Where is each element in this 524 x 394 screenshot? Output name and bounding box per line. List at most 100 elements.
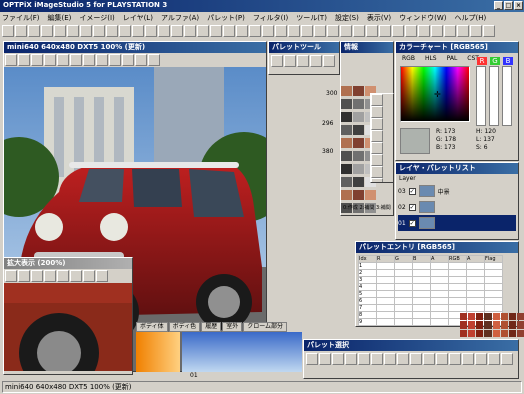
swatch-10[interactable] xyxy=(353,125,364,135)
toolbar-button-37[interactable] xyxy=(483,25,495,37)
layer-checkbox[interactable]: ✓ xyxy=(408,203,416,211)
doc-tool-button-7[interactable] xyxy=(96,54,108,66)
maximize-button[interactable]: □ xyxy=(504,1,513,10)
color-tab-0[interactable]: RGB xyxy=(402,55,415,62)
mag-tool-button-0[interactable] xyxy=(5,270,17,282)
palette-tool-button-1[interactable] xyxy=(284,55,296,67)
palette-color-7[interactable] xyxy=(516,313,524,321)
swatch-24[interactable] xyxy=(341,190,352,200)
tool-7[interactable] xyxy=(371,178,383,182)
doc-tool-button-2[interactable] xyxy=(31,54,43,66)
doc-tool-button-8[interactable] xyxy=(109,54,121,66)
palette-color-14[interactable] xyxy=(508,321,516,329)
menu-item-5[interactable]: パレット(P) xyxy=(207,14,245,22)
toolbar-button-9[interactable] xyxy=(119,25,131,37)
palette-select-button-15[interactable] xyxy=(501,353,513,365)
mag-tool-button-2[interactable] xyxy=(31,270,43,282)
swatch-9[interactable] xyxy=(341,125,352,135)
layer-row[interactable]: 02 ✓ xyxy=(398,199,516,215)
tool-2[interactable] xyxy=(371,118,383,130)
swatch-16[interactable] xyxy=(353,151,364,161)
palette-color-22[interactable] xyxy=(508,329,516,337)
menu-item-11[interactable]: ヘルプ(H) xyxy=(455,14,487,22)
mag-tool-button-4[interactable] xyxy=(57,270,69,282)
palette-color-4[interactable] xyxy=(492,313,500,321)
toolbar-button-18[interactable] xyxy=(236,25,248,37)
palette-select-button-1[interactable] xyxy=(319,353,331,365)
toolbar-button-10[interactable] xyxy=(132,25,144,37)
palette-select-button-6[interactable] xyxy=(384,353,396,365)
toolbar-button-19[interactable] xyxy=(249,25,261,37)
palette-select-button-5[interactable] xyxy=(371,353,383,365)
table-row[interactable]: 4 xyxy=(358,283,503,291)
bottom-tab-3[interactable]: 室外 xyxy=(222,322,243,332)
table-row[interactable]: 3 xyxy=(358,276,503,284)
doc-tool-button-1[interactable] xyxy=(18,54,30,66)
color-tab-2[interactable]: PAL xyxy=(447,55,458,62)
palette-color-10[interactable] xyxy=(476,321,484,329)
swatch-4[interactable] xyxy=(353,99,364,109)
mag-tool-button-6[interactable] xyxy=(83,270,95,282)
toolbar-button-4[interactable] xyxy=(54,25,66,37)
swatch-0[interactable] xyxy=(341,86,352,96)
toolbar-button-34[interactable] xyxy=(444,25,456,37)
toolbar-button-14[interactable] xyxy=(184,25,196,37)
layer-tab[interactable]: Layer xyxy=(396,174,518,183)
toolbar-button-36[interactable] xyxy=(470,25,482,37)
doc-tool-button-11[interactable] xyxy=(148,54,160,66)
toolbar-button-15[interactable] xyxy=(197,25,209,37)
swatch-7[interactable] xyxy=(353,112,364,122)
tool-5[interactable] xyxy=(371,154,383,166)
swatch-3[interactable] xyxy=(341,99,352,109)
tool-3[interactable] xyxy=(371,130,383,142)
toolbar-button-24[interactable] xyxy=(314,25,326,37)
swatch-22[interactable] xyxy=(353,177,364,187)
swatch-21[interactable] xyxy=(341,177,352,187)
palette-color-21[interactable] xyxy=(500,329,508,337)
swatch-19[interactable] xyxy=(353,164,364,174)
palette-select-button-2[interactable] xyxy=(332,353,344,365)
menu-item-7[interactable]: ツール(T) xyxy=(296,14,327,22)
swatch-26[interactable] xyxy=(365,190,376,200)
minimize-button[interactable]: _ xyxy=(494,1,503,10)
palette-tool-button-2[interactable] xyxy=(297,55,309,67)
slider-R[interactable]: R xyxy=(476,57,487,126)
doc-tool-button-10[interactable] xyxy=(135,54,147,66)
tool-0[interactable] xyxy=(371,94,383,106)
palette-color-13[interactable] xyxy=(500,321,508,329)
menu-item-9[interactable]: 表示(V) xyxy=(367,14,391,22)
palette-color-8[interactable] xyxy=(460,321,468,329)
palette-color-18[interactable] xyxy=(476,329,484,337)
color-tab-1[interactable]: HLS xyxy=(425,55,437,62)
toolbar-button-30[interactable] xyxy=(392,25,404,37)
toolbar-button-12[interactable] xyxy=(158,25,170,37)
table-row[interactable]: 1 xyxy=(358,262,503,270)
palette-tool-button-3[interactable] xyxy=(310,55,322,67)
menu-item-10[interactable]: ウィンドウ(W) xyxy=(399,14,446,22)
toolbar-button-8[interactable] xyxy=(106,25,118,37)
palette-color-12[interactable] xyxy=(492,321,500,329)
menu-item-4[interactable]: アルファ(A) xyxy=(161,14,199,22)
swatch-15[interactable] xyxy=(341,151,352,161)
palette-select-button-10[interactable] xyxy=(436,353,448,365)
toolbar-button-5[interactable] xyxy=(67,25,79,37)
palette-select-button-12[interactable] xyxy=(462,353,474,365)
palette-select-button-9[interactable] xyxy=(423,353,435,365)
palette-select-button-14[interactable] xyxy=(488,353,500,365)
toolbar-button-26[interactable] xyxy=(340,25,352,37)
palette-select-button-3[interactable] xyxy=(345,353,357,365)
palette-color-19[interactable] xyxy=(484,329,492,337)
toolbar-button-32[interactable] xyxy=(418,25,430,37)
doc-tool-button-6[interactable] xyxy=(83,54,95,66)
palette-select-button-4[interactable] xyxy=(358,353,370,365)
palette-color-23[interactable] xyxy=(516,329,524,337)
table-row[interactable]: 6 xyxy=(358,297,503,305)
magnifier-view[interactable] xyxy=(4,283,132,371)
menu-item-0[interactable]: ファイル(F) xyxy=(2,14,40,22)
palette-select-button-7[interactable] xyxy=(397,353,409,365)
toolbar-button-16[interactable] xyxy=(210,25,222,37)
toolbar-button-33[interactable] xyxy=(431,25,443,37)
toolbar-button-0[interactable] xyxy=(2,25,14,37)
table-row[interactable]: 7 xyxy=(358,304,503,312)
bottom-tab-4[interactable]: クローム部分 xyxy=(243,322,288,332)
